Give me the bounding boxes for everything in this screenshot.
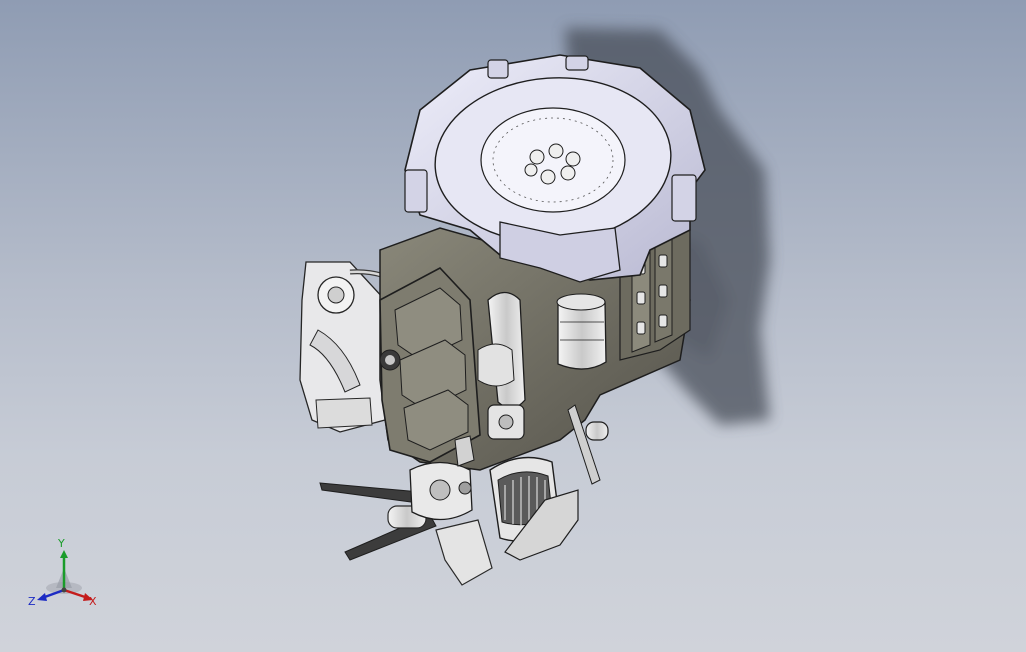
axis-y-label: Y [58,537,65,550]
coordinate-triad: Y X Z [26,538,106,612]
graphics-viewport[interactable]: Y X Z [0,0,1026,652]
axis-x-label: X [89,595,97,608]
axis-z-label: Z [28,595,36,608]
engine-model[interactable] [0,0,1026,652]
oil-filter [556,293,607,370]
valve-cover [379,267,481,463]
